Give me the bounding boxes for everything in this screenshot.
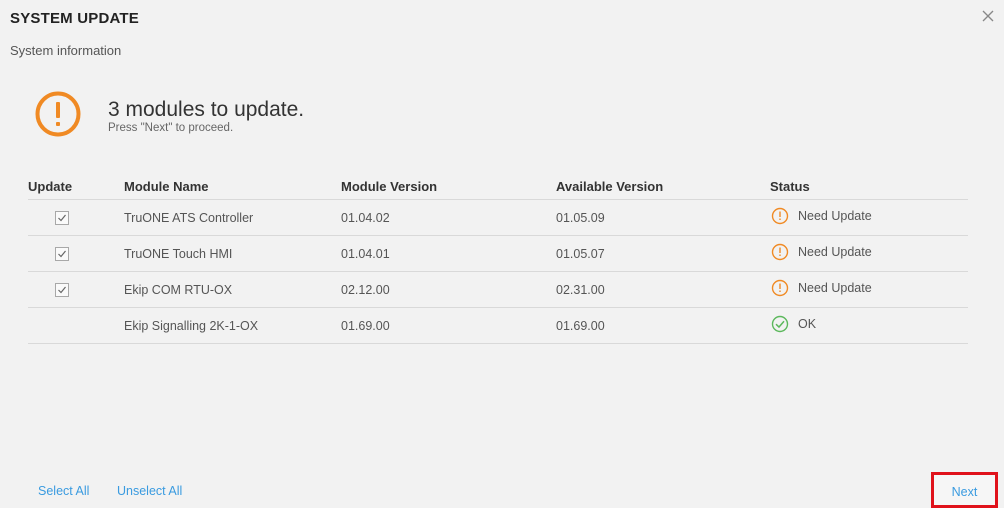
- warning-circle-icon: [771, 279, 789, 297]
- status-cell: Need Update: [770, 235, 968, 272]
- close-icon[interactable]: [980, 8, 996, 24]
- column-header-module-name: Module Name: [124, 173, 341, 200]
- modules-table: Update Module Name Module Version Availa…: [28, 173, 968, 344]
- update-checkbox[interactable]: [55, 246, 69, 261]
- module-name-cell: TruONE ATS Controller: [124, 199, 341, 236]
- status-text: Need Update: [798, 245, 872, 259]
- available-version-cell: 02.31.00: [556, 271, 770, 308]
- next-button[interactable]: Next: [931, 472, 998, 508]
- check-circle-icon: [771, 315, 789, 333]
- dialog-subtitle: System information: [10, 43, 122, 58]
- system-update-dialog: SYSTEM UPDATE System information 3 modul…: [0, 0, 1004, 508]
- status-text: OK: [798, 317, 817, 331]
- module-version-cell: 01.69.00: [341, 307, 556, 344]
- select-all-link[interactable]: Select All: [38, 484, 89, 498]
- warning-circle-icon: [771, 207, 789, 225]
- column-header-status: Status: [770, 173, 968, 200]
- warning-circle-icon: [771, 243, 789, 261]
- update-cell: [28, 199, 124, 236]
- status-cell: Need Update: [770, 271, 968, 308]
- table-row: Ekip Signalling 2K-1-OX 01.69.00 01.69.0…: [28, 307, 968, 344]
- summary-hint: Press "Next" to proceed.: [108, 122, 234, 134]
- available-version-cell: 01.69.00: [556, 307, 770, 344]
- update-cell: [28, 235, 124, 272]
- summary-headline: 3 modules to update.: [108, 98, 305, 121]
- next-button-label: Next: [951, 484, 978, 499]
- dialog-title: SYSTEM UPDATE: [10, 10, 140, 27]
- status-text: Need Update: [798, 281, 872, 295]
- table-row: Ekip COM RTU-OX 02.12.00 02.31.00 Need U…: [28, 271, 968, 308]
- module-version-cell: 01.04.02: [341, 199, 556, 236]
- update-checkbox[interactable]: [55, 282, 69, 297]
- module-version-cell: 01.04.01: [341, 235, 556, 272]
- table-row: TruONE Touch HMI 01.04.01 01.05.07 Need …: [28, 235, 968, 272]
- column-header-module-version: Module Version: [341, 173, 556, 200]
- status-cell: OK: [770, 307, 968, 344]
- table-header-row: Update Module Name Module Version Availa…: [28, 173, 968, 200]
- module-name-cell: Ekip COM RTU-OX: [124, 271, 341, 308]
- column-header-update: Update: [28, 173, 124, 200]
- update-cell: [28, 307, 124, 344]
- warning-circle-icon: [34, 90, 82, 138]
- module-name-cell: Ekip Signalling 2K-1-OX: [124, 307, 341, 344]
- table-row: TruONE ATS Controller 01.04.02 01.05.09 …: [28, 199, 968, 236]
- update-cell: [28, 271, 124, 308]
- status-cell: Need Update: [770, 199, 968, 236]
- column-header-available-version: Available Version: [556, 173, 770, 200]
- update-checkbox[interactable]: [55, 210, 69, 225]
- available-version-cell: 01.05.07: [556, 235, 770, 272]
- available-version-cell: 01.05.09: [556, 199, 770, 236]
- status-text: Need Update: [798, 209, 872, 223]
- module-version-cell: 02.12.00: [341, 271, 556, 308]
- unselect-all-link[interactable]: Unselect All: [117, 484, 182, 498]
- module-name-cell: TruONE Touch HMI: [124, 235, 341, 272]
